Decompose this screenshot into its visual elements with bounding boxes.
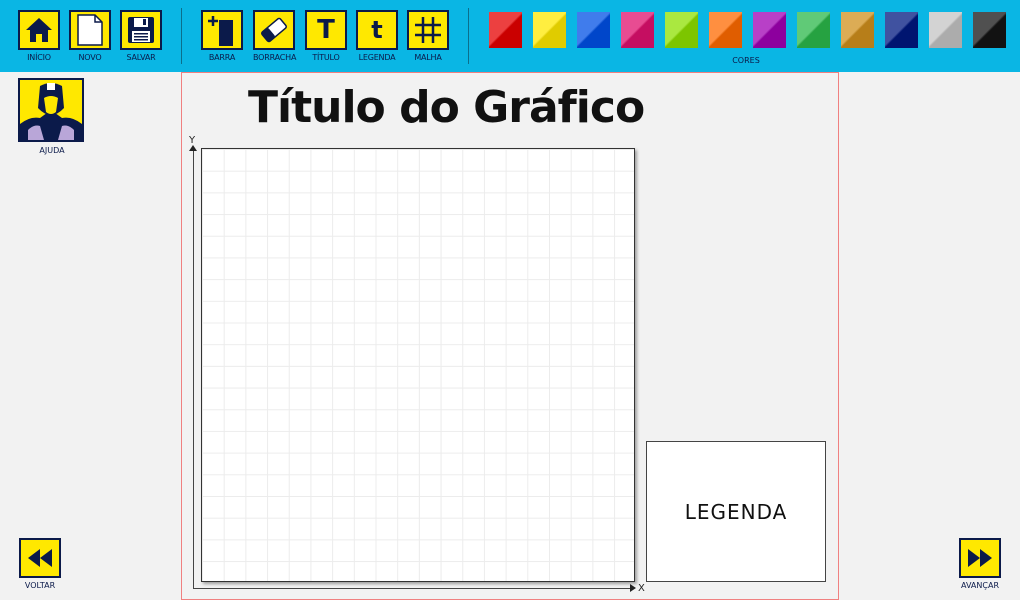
legend-icon: t [356, 10, 398, 50]
save-icon [120, 10, 162, 50]
colors-label: CORES [732, 56, 760, 65]
title-glyph: T [317, 15, 335, 45]
eraser-button[interactable]: BORRACHA [253, 10, 297, 62]
grid-icon [407, 10, 449, 50]
eraser-label: BORRACHA [253, 53, 297, 62]
next-label: AVANÇAR [961, 581, 999, 590]
color-swatch[interactable] [533, 12, 566, 48]
eraser-icon [253, 10, 295, 50]
home-label: INÍCIO [27, 53, 51, 62]
back-label: VOLTAR [24, 581, 56, 590]
y-axis-line [193, 150, 194, 588]
legend-box[interactable]: LEGENDA [646, 441, 826, 582]
next-button[interactable]: AVANÇAR [950, 538, 1010, 590]
save-button[interactable]: SALVAR [120, 10, 162, 62]
home-button[interactable]: INÍCIO [18, 10, 60, 62]
color-swatch[interactable] [577, 12, 610, 48]
color-swatch[interactable] [709, 12, 742, 48]
color-swatch[interactable] [621, 12, 654, 48]
new-page-icon [69, 10, 111, 50]
new-label: NOVO [78, 53, 102, 62]
legend-label: LEGENDA [358, 53, 396, 62]
grid-label: MALHA [414, 53, 442, 62]
plot-grid[interactable] [201, 148, 635, 582]
color-swatch[interactable] [841, 12, 874, 48]
x-axis-arrow [630, 584, 636, 592]
color-swatch[interactable] [489, 12, 522, 48]
rewind-icon [19, 538, 61, 578]
title-button[interactable]: T TÍTULO [305, 10, 347, 62]
toolbar: INÍCIO NOVO SALVAR BARRA BORRACHA T TÍTU… [0, 0, 1020, 72]
add-bar-label: BARRA [208, 53, 236, 62]
chart-title[interactable]: Título do Gráfico [248, 82, 645, 133]
color-swatch[interactable] [885, 12, 918, 48]
color-swatch[interactable] [797, 12, 830, 48]
save-label: SALVAR [126, 53, 156, 62]
legend-glyph: t [371, 16, 383, 44]
y-axis-label: Y [189, 135, 196, 146]
new-button[interactable]: NOVO [69, 10, 111, 62]
help-button[interactable]: AJUDA [18, 78, 86, 155]
x-axis-line [193, 588, 631, 589]
help-label: AJUDA [39, 146, 65, 155]
legend-button[interactable]: t LEGENDA [356, 10, 398, 62]
title-label: TÍTULO [312, 53, 340, 62]
back-button[interactable]: VOLTAR [10, 538, 70, 590]
add-bar-button[interactable]: BARRA [201, 10, 243, 62]
title-icon: T [305, 10, 347, 50]
color-swatch[interactable] [929, 12, 962, 48]
toolbar-separator [181, 8, 182, 64]
color-swatch[interactable] [973, 12, 1006, 48]
color-swatch[interactable] [665, 12, 698, 48]
help-mascot-icon [18, 78, 84, 142]
x-axis-label: X [638, 583, 645, 594]
fast-forward-icon [959, 538, 1001, 578]
grid-button[interactable]: MALHA [407, 10, 449, 62]
color-swatch[interactable] [753, 12, 786, 48]
home-icon [18, 10, 60, 50]
toolbar-separator [468, 8, 469, 64]
add-bar-icon [201, 10, 243, 50]
